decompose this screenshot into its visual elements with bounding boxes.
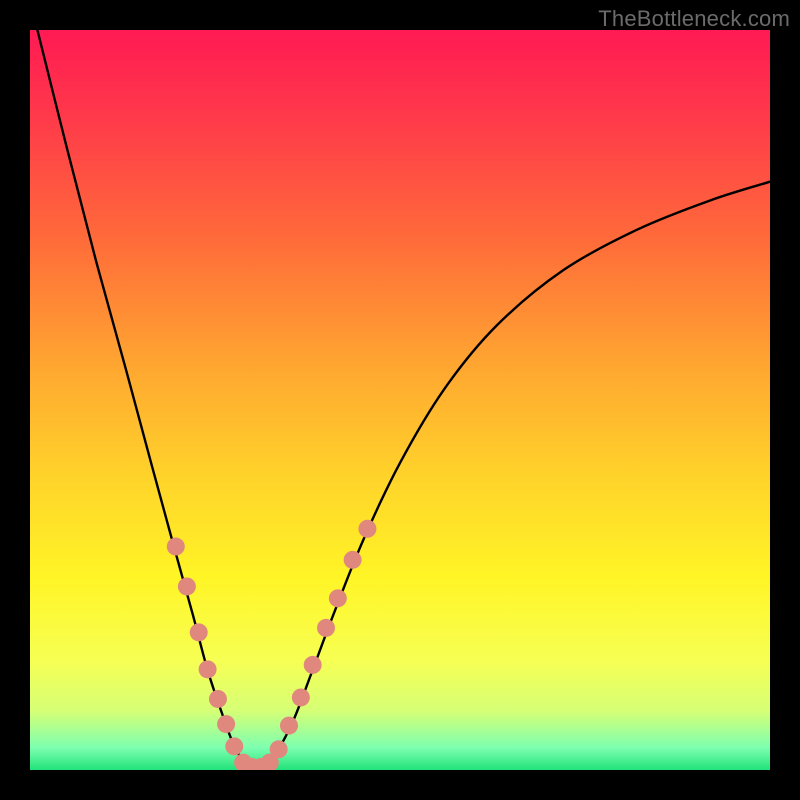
highlight-point (190, 623, 208, 641)
highlight-point (358, 520, 376, 538)
curve-layer (30, 30, 770, 770)
plot-area (30, 30, 770, 770)
highlight-points (167, 520, 377, 770)
highlight-point (292, 688, 310, 706)
highlight-point (225, 737, 243, 755)
highlight-point (167, 538, 185, 556)
highlight-point (270, 740, 288, 758)
highlight-point (199, 660, 217, 678)
highlight-point (217, 715, 235, 733)
highlight-point (209, 690, 227, 708)
bottleneck-curve (37, 30, 770, 768)
highlight-point (304, 656, 322, 674)
highlight-point (178, 577, 196, 595)
highlight-point (329, 589, 347, 607)
highlight-point (344, 551, 362, 569)
highlight-point (317, 619, 335, 637)
highlight-point (280, 717, 298, 735)
chart-stage: TheBottleneck.com (0, 0, 800, 800)
watermark-text: TheBottleneck.com (598, 6, 790, 32)
